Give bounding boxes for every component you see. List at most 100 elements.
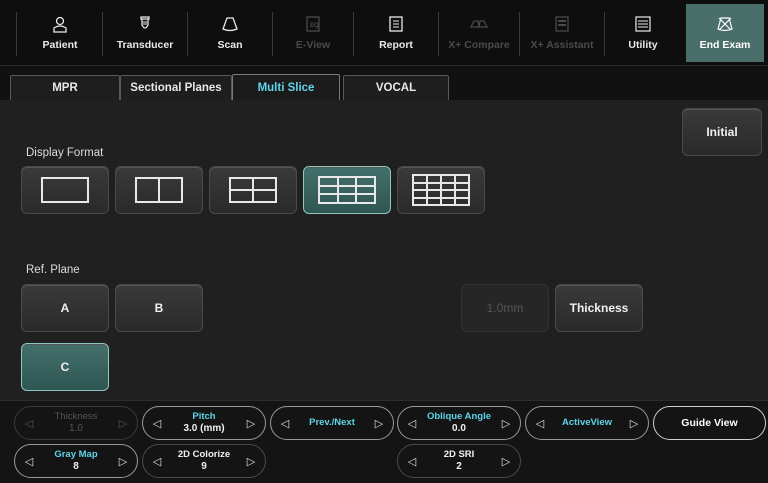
plane-a-button[interactable]: A [21, 284, 109, 332]
tab-mpr[interactable]: MPR [10, 75, 120, 100]
tab-bar: MPR Sectional Planes Multi Slice VOCAL [0, 66, 768, 101]
control-label: Guide View [681, 417, 737, 429]
layout-cell [455, 190, 469, 198]
guide-view-button[interactable]: Guide View [653, 406, 766, 440]
decrease-arrow-icon[interactable]: ◁ [406, 455, 418, 468]
control-title: Oblique Angle [426, 411, 492, 422]
plane-b-button[interactable]: B [115, 284, 203, 332]
decrease-arrow-icon[interactable]: ◁ [406, 417, 418, 430]
control-label: Prev./Next [309, 417, 355, 429]
thickness-button[interactable]: Thickness [555, 284, 643, 332]
patient-button[interactable]: Patient [18, 0, 102, 66]
previous-arrow-icon[interactable]: ◁ [534, 417, 546, 430]
multi-slice-panel: Initial Display Format Ref. Plane A B C … [0, 100, 768, 400]
assistant-button[interactable]: X+ Assistant [520, 0, 604, 66]
layout-1x2-icon [135, 177, 183, 203]
control-label: Gray Map 8 [54, 449, 97, 473]
layout-cell [413, 190, 427, 198]
control-value: 8 [73, 461, 79, 472]
decrease-arrow-icon[interactable]: ◁ [23, 455, 35, 468]
layout-cell [441, 190, 455, 198]
tab-sectional-planes[interactable]: Sectional Planes [120, 75, 232, 100]
control-value: 2 [456, 461, 462, 472]
increase-arrow-icon[interactable]: ▷ [500, 417, 512, 430]
layout-cell [441, 175, 455, 183]
layout-cell [253, 190, 276, 202]
tab-vocal[interactable]: VOCAL [343, 75, 449, 100]
decrease-arrow-icon[interactable]: ◁ [23, 417, 35, 430]
next-arrow-icon[interactable]: ▷ [628, 417, 640, 430]
control-title: Thickness [54, 411, 98, 422]
format-3x3-button[interactable] [303, 166, 391, 214]
control-title: 2D SRI [443, 449, 475, 460]
layout-2x2-icon [229, 177, 277, 203]
top-toolbar: Patient Transducer Scan EQ E-View Report… [0, 0, 768, 66]
layout-cell [230, 190, 253, 202]
layout-cell [337, 177, 357, 186]
oblique-angle-control[interactable]: ◁ Oblique Angle 0.0 ▷ [397, 406, 521, 440]
increase-arrow-icon[interactable]: ▷ [245, 455, 257, 468]
layout-cell [356, 185, 375, 195]
sri-control[interactable]: ◁ 2D SRI 2 ▷ [397, 444, 521, 478]
pitch-control[interactable]: ◁ Pitch 3.0 (mm) ▷ [142, 406, 266, 440]
control-title: Pitch [192, 411, 216, 422]
prev-next-control[interactable]: ◁ Prev./Next ▷ [270, 406, 394, 440]
format-1x2-button[interactable] [115, 166, 203, 214]
toolbar-separator [16, 12, 17, 56]
layout-cell [356, 177, 375, 186]
thickness-value-display: 1.0mm [461, 284, 549, 332]
control-label: ActiveView [562, 417, 612, 429]
control-title: Guide View [681, 417, 738, 429]
control-value: 3.0 (mm) [183, 423, 225, 434]
layout-cell [319, 185, 338, 195]
layout-cell [230, 178, 253, 190]
layout-cell [337, 194, 357, 203]
utility-button[interactable]: Utility [605, 0, 681, 66]
control-title: Prev./Next [309, 417, 355, 428]
scan-icon [222, 17, 238, 32]
decrease-arrow-icon[interactable]: ◁ [151, 455, 163, 468]
initial-button[interactable]: Initial [682, 108, 762, 156]
thickness-control[interactable]: ◁ Thickness 1.0 ▷ [14, 406, 138, 440]
report-button[interactable]: Report [354, 0, 438, 66]
layout-cell [337, 185, 357, 195]
end-exam-button[interactable]: End Exam [686, 4, 764, 62]
format-4x4-button[interactable] [397, 166, 485, 214]
format-2x2-button[interactable] [209, 166, 297, 214]
next-arrow-icon[interactable]: ▷ [373, 417, 385, 430]
layout-cell [319, 194, 338, 203]
control-title: 2D Colorize [177, 449, 231, 460]
ref-plane-label: Ref. Plane [26, 264, 80, 276]
gray-map-control[interactable]: ◁ Gray Map 8 ▷ [14, 444, 138, 478]
layout-cell [253, 178, 276, 190]
end-exam-icon [717, 17, 733, 32]
transducer-button[interactable]: Transducer [103, 0, 187, 66]
control-label: Oblique Angle 0.0 [427, 411, 491, 435]
plane-c-button[interactable]: C [21, 343, 109, 391]
scan-button[interactable]: Scan [188, 0, 272, 66]
increase-arrow-icon[interactable]: ▷ [245, 417, 257, 430]
layout-1x1-icon [41, 177, 89, 203]
colorize-control[interactable]: ◁ 2D Colorize 9 ▷ [142, 444, 266, 478]
layout-cell [413, 197, 427, 205]
layout-cell [427, 190, 441, 198]
previous-arrow-icon[interactable]: ◁ [279, 417, 291, 430]
tab-multi-slice[interactable]: Multi Slice [232, 74, 340, 101]
utility-icon [635, 16, 651, 32]
format-1x1-button[interactable] [21, 166, 109, 214]
increase-arrow-icon[interactable]: ▷ [500, 455, 512, 468]
active-view-control[interactable]: ◁ ActiveView ▷ [525, 406, 649, 440]
layout-cell [413, 175, 427, 183]
layout-cell [159, 178, 182, 202]
increase-arrow-icon[interactable]: ▷ [117, 455, 129, 468]
layout-cell [356, 194, 375, 203]
patient-icon [53, 16, 67, 33]
increase-arrow-icon[interactable]: ▷ [117, 417, 129, 430]
layout-3x3-icon [318, 176, 376, 204]
compare-button[interactable]: X+ Compare [439, 0, 519, 66]
decrease-arrow-icon[interactable]: ◁ [151, 417, 163, 430]
layout-cell [455, 175, 469, 183]
layout-cell [427, 197, 441, 205]
control-title: Gray Map [54, 449, 98, 460]
eview-button[interactable]: EQ E-View [273, 0, 353, 66]
